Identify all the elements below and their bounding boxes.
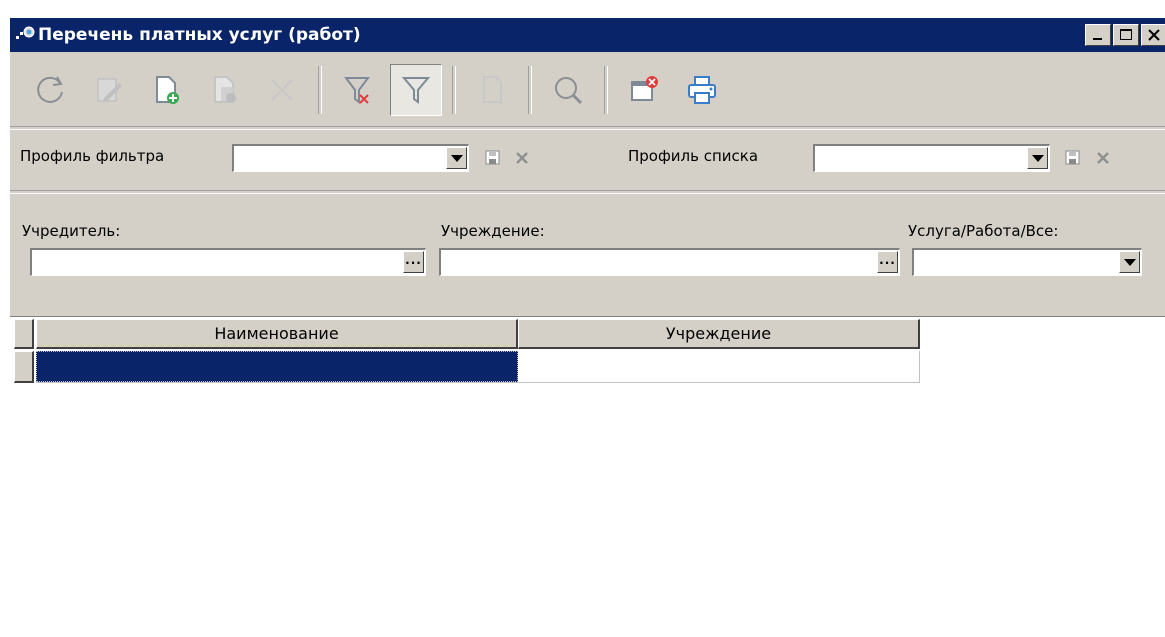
list-profile-label: Профиль списка [628, 147, 759, 165]
close-window-icon [631, 76, 658, 101]
print-button[interactable] [676, 64, 728, 116]
profile-divider [10, 190, 1165, 194]
profile-row: Профиль фильтра Профиль списка [10, 140, 1165, 178]
delete-button[interactable] [256, 64, 308, 116]
institution-label: Учреждение: [441, 222, 545, 240]
service-type-label: Услуга/Работа/Все: [908, 222, 1059, 240]
toolbar-separator [604, 66, 608, 114]
window-title: Перечень платных услуг (работ) [38, 25, 361, 45]
minimize-icon [1093, 38, 1102, 40]
toolbar-separator [452, 66, 456, 114]
chevron-down-icon [450, 154, 463, 162]
clear-filter-button[interactable] [332, 64, 384, 116]
document-icon [483, 76, 502, 103]
founder-browse-button[interactable]: ... [403, 251, 424, 273]
chevron-down-icon [1031, 154, 1044, 162]
copy-document-icon [214, 76, 236, 103]
refresh-button[interactable] [24, 64, 76, 116]
row-indicator[interactable] [14, 351, 34, 383]
table-row[interactable] [36, 351, 920, 383]
save-filter-profile-icon[interactable] [484, 149, 502, 167]
document-button[interactable] [466, 64, 518, 116]
list-profile-select[interactable] [813, 144, 1050, 172]
main-window: Перечень платных услуг (работ) Профиль ф… [8, 18, 1165, 637]
filter-profile-dropdown-button[interactable] [446, 147, 467, 169]
close-icon [1148, 29, 1160, 41]
service-type-dropdown-button[interactable] [1119, 251, 1140, 273]
search-icon [555, 77, 583, 105]
copy-document-button[interactable] [198, 64, 250, 116]
filter-button[interactable] [390, 64, 442, 116]
toolbar-separator [318, 66, 322, 114]
service-type-select[interactable] [912, 248, 1142, 276]
selected-cell-name[interactable] [36, 351, 518, 382]
list-profile-dropdown-button[interactable] [1027, 147, 1048, 169]
save-list-profile-icon[interactable] [1064, 149, 1082, 167]
delete-filter-profile-icon[interactable] [513, 149, 531, 167]
chevron-down-icon [1123, 258, 1136, 266]
app-icon [14, 24, 36, 46]
maximize-icon [1120, 29, 1132, 40]
cell-institution[interactable] [518, 351, 919, 382]
column-header-institution[interactable]: Учреждение [518, 319, 920, 349]
column-header-name[interactable]: Наименование [36, 319, 518, 349]
edit-icon [97, 78, 122, 102]
refresh-icon [37, 76, 63, 103]
grid-corner [14, 319, 34, 349]
search-button[interactable] [542, 64, 594, 116]
title-bar: Перечень платных услуг (работ) [10, 18, 1165, 52]
close-button[interactable] [1141, 24, 1165, 46]
edit-button[interactable] [82, 64, 134, 116]
minimize-button[interactable] [1085, 24, 1111, 46]
toolbar-divider [10, 126, 1165, 130]
delete-icon [271, 79, 293, 101]
founder-label: Учредитель: [22, 222, 121, 240]
filter-profile-label: Профиль фильтра [20, 147, 165, 165]
new-document-icon [156, 76, 179, 104]
print-icon [688, 76, 716, 104]
close-window-button[interactable] [618, 64, 670, 116]
institution-field[interactable]: ... [439, 248, 900, 276]
filter-profile-select[interactable] [232, 144, 469, 172]
ellipsis-icon: ... [879, 253, 896, 267]
institution-browse-button[interactable]: ... [877, 251, 898, 273]
toolbar-separator [528, 66, 532, 114]
toolbar [10, 54, 1165, 126]
founder-field[interactable]: ... [30, 248, 426, 276]
ellipsis-icon: ... [405, 253, 422, 267]
delete-list-profile-icon[interactable] [1094, 149, 1112, 167]
maximize-button[interactable] [1113, 24, 1139, 46]
filter-icon [401, 77, 431, 104]
clear-filter-icon [344, 77, 370, 104]
add-document-button[interactable] [140, 64, 192, 116]
data-grid: Наименование Учреждение [10, 316, 1165, 637]
